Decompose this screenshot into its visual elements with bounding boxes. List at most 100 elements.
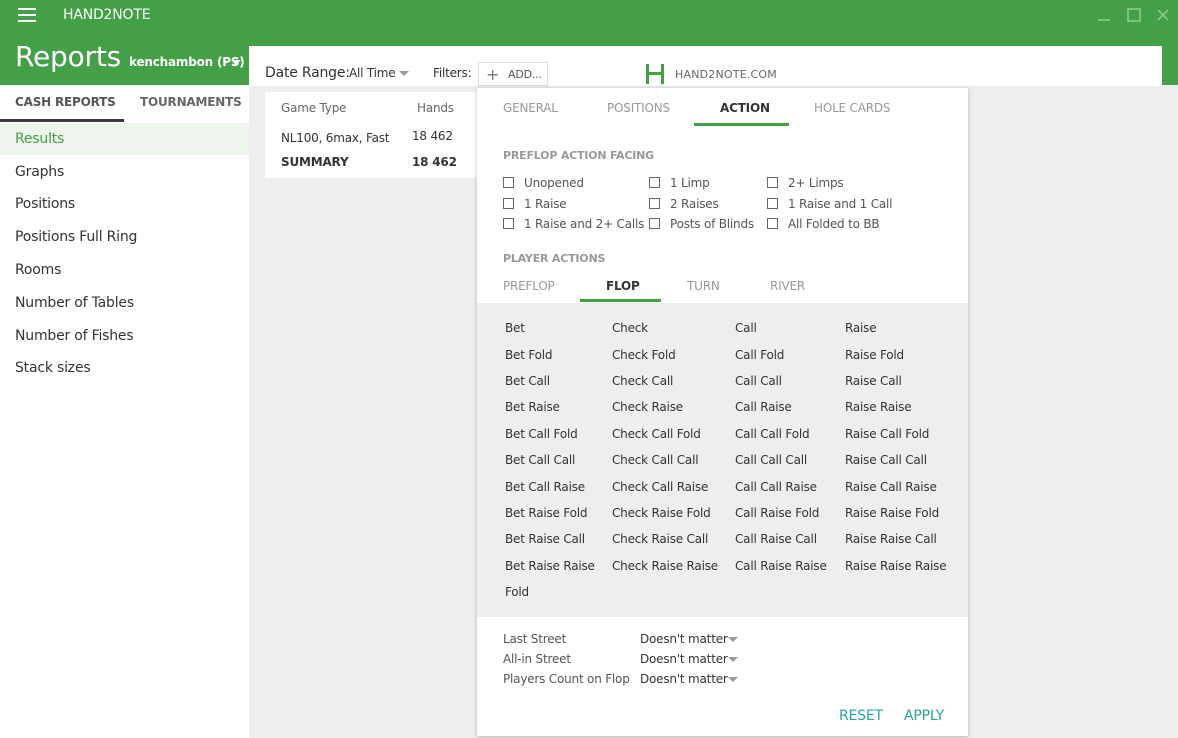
- apply-button[interactable]: APPLY: [904, 708, 944, 724]
- title-bar: HAND2NOTE: [0, 0, 1178, 30]
- action-option[interactable]: Bet Call Call: [505, 453, 575, 467]
- action-option[interactable]: Call: [735, 321, 757, 335]
- action-option[interactable]: Check Call Call: [612, 453, 699, 467]
- minimize-icon[interactable]: [1096, 7, 1112, 23]
- action-option[interactable]: Bet Raise: [505, 400, 560, 414]
- action-option[interactable]: Raise Call Call: [845, 453, 927, 467]
- action-option[interactable]: Raise Call Raise: [845, 480, 937, 494]
- all-in-street-select[interactable]: Doesn't matter: [640, 652, 728, 666]
- account-chevron-down-icon[interactable]: [231, 60, 241, 65]
- date-range-select[interactable]: All Time: [349, 66, 396, 80]
- all-in-street-label: All-in Street: [503, 652, 571, 666]
- players-count-chevron-down-icon[interactable]: [728, 677, 738, 682]
- tab-street-turn[interactable]: TURN: [687, 279, 720, 293]
- action-option[interactable]: Raise Fold: [845, 348, 904, 362]
- tab-tournaments[interactable]: TOURNAMENTS: [140, 95, 242, 109]
- action-option[interactable]: Check Raise: [612, 400, 683, 414]
- reset-button[interactable]: RESET: [839, 708, 883, 724]
- sidebar-item-number-of-tables[interactable]: Number of Tables: [0, 287, 249, 319]
- sidebar-item-stack-sizes[interactable]: Stack sizes: [0, 352, 249, 384]
- flop-tab-underline: [580, 299, 661, 302]
- toolbar: Date Range: All Time Filters: + ADD... H…: [249, 46, 1162, 86]
- last-street-select[interactable]: Doesn't matter: [640, 632, 728, 646]
- action-grid: Bet Bet Fold Bet Call Bet Raise Bet Call Fol…: [477, 303, 968, 617]
- table-summary-label: SUMMARY: [281, 155, 349, 169]
- sidebar-item-rooms[interactable]: Rooms: [0, 254, 249, 286]
- action-option[interactable]: Bet Call Raise: [505, 480, 585, 494]
- action-option[interactable]: Check Call Fold: [612, 427, 701, 441]
- sidebar-item-results[interactable]: Results: [0, 123, 249, 155]
- action-option[interactable]: Check Call Raise: [612, 480, 708, 494]
- tab-street-flop[interactable]: FLOP: [606, 279, 640, 293]
- action-option[interactable]: Raise Raise Call: [845, 532, 937, 546]
- player-actions-title: PLAYER ACTIONS: [503, 252, 606, 265]
- action-option[interactable]: Call Call Raise: [735, 480, 817, 494]
- account-selector[interactable]: kenchambon (PS): [129, 55, 245, 69]
- action-option[interactable]: Raise Raise Fold: [845, 506, 939, 520]
- column-header-game-type[interactable]: Game Type: [281, 101, 347, 115]
- action-option[interactable]: Call Call Call: [735, 453, 807, 467]
- action-option[interactable]: Check Raise Call: [612, 532, 708, 546]
- action-option[interactable]: Raise Call: [845, 374, 902, 388]
- action-option[interactable]: Check Call: [612, 374, 673, 388]
- date-range-label: Date Range:: [265, 65, 350, 81]
- app-title: HAND2NOTE: [63, 7, 151, 23]
- all-in-street-chevron-down-icon[interactable]: [728, 657, 738, 662]
- results-table: Game Type Hands NL100, 6max, Fast 18 462…: [265, 92, 477, 178]
- action-option[interactable]: Bet: [505, 321, 525, 335]
- tab-positions[interactable]: POSITIONS: [607, 101, 670, 115]
- action-option[interactable]: Check Raise Fold: [612, 506, 711, 520]
- hand2note-logo: HAND2NOTE.COM: [645, 63, 777, 85]
- action-option[interactable]: Check: [612, 321, 648, 335]
- page-title: Reports: [15, 40, 122, 73]
- column-header-hands[interactable]: Hands: [417, 101, 454, 115]
- action-option[interactable]: Raise Call Fold: [845, 427, 929, 441]
- maximize-icon[interactable]: [1126, 7, 1142, 23]
- tab-general[interactable]: GENERAL: [503, 101, 558, 115]
- action-option[interactable]: Call Raise Call: [735, 532, 817, 546]
- action-option[interactable]: Check Fold: [612, 348, 676, 362]
- action-option[interactable]: Bet Call Fold: [505, 427, 578, 441]
- action-option[interactable]: Bet Raise Call: [505, 532, 585, 546]
- action-option[interactable]: Call Raise Raise: [735, 559, 827, 573]
- date-range-chevron-down-icon[interactable]: [399, 71, 409, 76]
- tab-cash-reports[interactable]: CASH REPORTS: [15, 95, 116, 109]
- tab-street-preflop[interactable]: PREFLOP: [503, 279, 555, 293]
- action-option[interactable]: Check Raise Raise: [612, 559, 718, 573]
- action-option[interactable]: Raise: [845, 321, 877, 335]
- table-cell-game-type: NL100, 6max, Fast: [281, 131, 390, 145]
- sidebar-item-positions[interactable]: Positions: [0, 188, 249, 220]
- action-option[interactable]: Bet Fold: [505, 348, 553, 362]
- action-option[interactable]: Raise Raise: [845, 400, 912, 414]
- hamburger-menu-icon[interactable]: [18, 8, 36, 22]
- add-filter-button[interactable]: + ADD...: [478, 62, 548, 86]
- sidebar-item-number-of-fishes[interactable]: Number of Fishes: [0, 320, 249, 352]
- action-tab-underline: [694, 123, 789, 126]
- sidebar-item-graphs[interactable]: Graphs: [0, 156, 249, 188]
- tab-action[interactable]: ACTION: [720, 101, 770, 115]
- action-option[interactable]: Call Call: [735, 374, 782, 388]
- action-option[interactable]: Fold: [505, 585, 529, 599]
- add-filter-label: ADD...: [508, 68, 542, 81]
- action-option[interactable]: Call Call Fold: [735, 427, 810, 441]
- players-count-select[interactable]: Doesn't matter: [640, 672, 728, 686]
- close-icon[interactable]: [1155, 7, 1171, 23]
- last-street-label: Last Street: [503, 632, 567, 646]
- table-cell-hands: 18 462: [412, 129, 453, 143]
- active-tab-underline: [0, 119, 124, 122]
- logo-icon: [646, 64, 664, 84]
- sidebar-item-positions-full-ring[interactable]: Positions Full Ring: [0, 221, 249, 253]
- action-option[interactable]: Bet Raise Fold: [505, 506, 588, 520]
- filter-panel: GENERAL POSITIONS ACTION HOLE CARDS PREF…: [477, 88, 968, 736]
- filters-label: Filters:: [433, 66, 472, 80]
- sidebar: CASH REPORTS TOURNAMENTS Results Graphs …: [0, 85, 249, 738]
- tab-hole-cards[interactable]: HOLE CARDS: [814, 101, 891, 115]
- action-option[interactable]: Call Fold: [735, 348, 784, 362]
- action-option[interactable]: Raise Raise Raise: [845, 559, 947, 573]
- last-street-chevron-down-icon[interactable]: [728, 637, 738, 642]
- action-option[interactable]: Call Raise: [735, 400, 792, 414]
- tab-street-river[interactable]: RIVER: [770, 279, 805, 293]
- action-option[interactable]: Bet Call: [505, 374, 550, 388]
- action-option[interactable]: Call Raise Fold: [735, 506, 819, 520]
- action-option[interactable]: Bet Raise Raise: [505, 559, 595, 573]
